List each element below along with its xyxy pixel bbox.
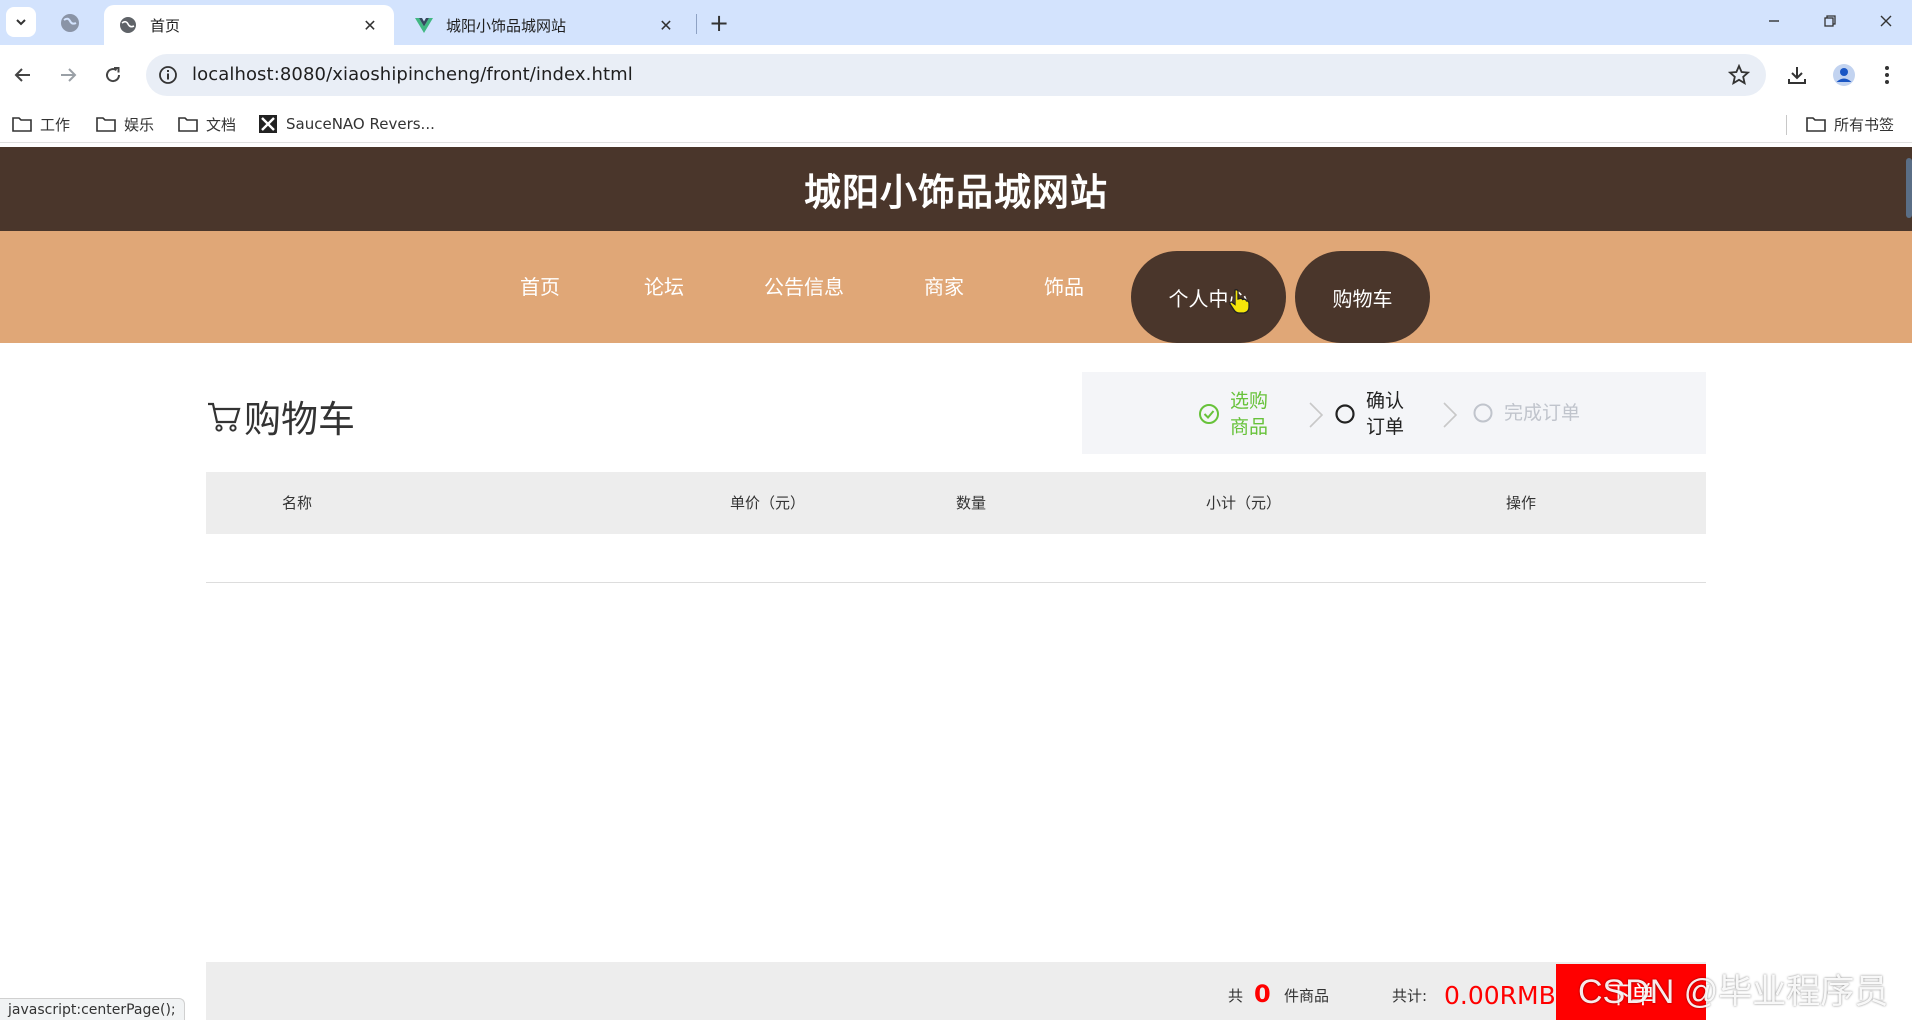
watermark: CSDN @毕业程序员: [1578, 973, 1889, 1011]
minimize-icon: [1769, 20, 1779, 22]
bookmarks-bar: 工作 娱乐 文档 SauceNAO Revers... 所有书签: [0, 105, 1912, 143]
browser-toolbar: localhost:8080/xiaoshipincheng/front/ind…: [0, 45, 1912, 105]
bookmark-folder-docs[interactable]: 文档: [178, 113, 236, 135]
tab-site[interactable]: 城阳小饰品城网站 ✕: [400, 5, 690, 45]
nav-cart[interactable]: 购物车: [1295, 251, 1430, 343]
column-name: 名称: [282, 494, 313, 512]
site-header: 城阳小饰品城网站: [0, 147, 1912, 231]
total-label: 共计:: [1392, 987, 1428, 1005]
column-subtotal: 小计（元）: [1206, 494, 1282, 512]
browser-tab-strip: 首页 ✕ 城阳小饰品城网站 ✕ +: [0, 0, 1912, 45]
circle-icon: [1473, 403, 1493, 423]
chevron-right-icon: [1309, 402, 1324, 428]
nav-personal-center[interactable]: 个人中心: [1131, 251, 1286, 343]
info-icon[interactable]: [158, 65, 178, 85]
hand-cursor-icon: [1229, 289, 1250, 314]
site-nav: 首页 论坛 公告信息 商家 饰品 个人中心 购物车: [0, 231, 1912, 343]
folder-icon: [178, 117, 198, 132]
step-label: 确认订单: [1366, 390, 1405, 438]
new-tab-button[interactable]: +: [704, 8, 734, 38]
close-window-button[interactable]: [1866, 6, 1906, 36]
step-complete-order: 完成订单: [1472, 400, 1580, 426]
bookmark-label: 所有书签: [1834, 115, 1895, 134]
chevron-right-icon: [1443, 402, 1458, 428]
tab-search-button[interactable]: [6, 7, 36, 37]
close-icon: [1880, 15, 1892, 27]
close-icon[interactable]: ✕: [656, 15, 676, 35]
column-actions: 操作: [1506, 494, 1537, 512]
pinned-tab-globe-icon[interactable]: [58, 11, 82, 35]
back-button[interactable]: [8, 60, 38, 90]
page-scrollbar-thumb[interactable]: [1906, 158, 1912, 218]
folder-icon: [1806, 117, 1826, 132]
bookmark-label: 文档: [206, 115, 237, 134]
menu-button[interactable]: [1872, 60, 1902, 90]
bookmark-label: 工作: [40, 115, 71, 134]
bookmark-saucenao[interactable]: SauceNAO Revers...: [258, 113, 435, 135]
step-label: 选购商品: [1230, 390, 1269, 438]
table-bottom-divider: [206, 582, 1706, 583]
browser-status-bar: javascript:centerPage();: [0, 998, 185, 1020]
step-select-goods: 选购商品: [1198, 388, 1274, 440]
download-icon: [1788, 67, 1806, 84]
nav-home[interactable]: 首页: [510, 231, 570, 343]
bookmark-star-icon[interactable]: [1728, 64, 1750, 86]
tab-title: 首页: [150, 16, 181, 35]
address-bar[interactable]: localhost:8080/xiaoshipincheng/front/ind…: [146, 54, 1766, 96]
cart-heading: 购物车: [206, 388, 355, 444]
forward-button[interactable]: [53, 60, 83, 90]
step-label: 完成订单: [1504, 402, 1581, 424]
check-circle-icon: [1199, 404, 1219, 424]
arrow-right-icon: [61, 68, 77, 82]
profile-button[interactable]: [1829, 60, 1859, 90]
kebab-menu-icon: [1885, 66, 1889, 84]
column-unit-price: 单价（元）: [730, 494, 806, 512]
column-quantity: 数量: [956, 494, 987, 512]
bookmarks-separator: [1786, 115, 1787, 135]
url-text: localhost:8080/xiaoshipincheng/front/ind…: [192, 64, 633, 85]
cart-summary-bar: 共 0 件商品 共计: 0.00RMB 下单: [206, 962, 1706, 1020]
circle-icon: [1335, 404, 1355, 424]
tab-title: 城阳小饰品城网站: [446, 16, 567, 35]
count-suffix: 件商品: [1284, 987, 1330, 1005]
nav-accessories[interactable]: 饰品: [1034, 231, 1094, 343]
step-confirm-order: 确认订单: [1334, 388, 1410, 440]
nav-notices[interactable]: 公告信息: [756, 231, 852, 343]
tab-home[interactable]: 首页 ✕: [104, 5, 394, 45]
nav-forum[interactable]: 论坛: [634, 231, 694, 343]
downloads-button[interactable]: [1782, 60, 1812, 90]
folder-icon: [12, 117, 32, 132]
bookmark-folder-entertainment[interactable]: 娱乐: [96, 113, 154, 135]
cart-table-header: 名称 单价（元） 数量 小计（元） 操作: [206, 472, 1706, 534]
nav-merchants[interactable]: 商家: [914, 231, 974, 343]
total-amount: 0.00RMB: [1444, 981, 1556, 1010]
globe-icon: [120, 17, 136, 33]
close-icon[interactable]: ✕: [360, 15, 380, 35]
saucenao-favicon-icon: [259, 115, 277, 133]
chevron-down-icon: [16, 19, 26, 26]
tab-separator: [696, 14, 697, 34]
item-count: 0: [1254, 980, 1271, 1008]
site-title: 城阳小饰品城网站: [804, 171, 1108, 214]
reload-button[interactable]: [98, 60, 128, 90]
plus-icon: +: [708, 9, 730, 37]
folder-icon: [96, 117, 116, 132]
cart-icon: [208, 402, 241, 432]
all-bookmarks-folder[interactable]: 所有书签: [1806, 113, 1894, 135]
restore-button[interactable]: [1810, 6, 1850, 36]
bookmark-label: 娱乐: [124, 115, 155, 134]
avatar-icon: [1833, 64, 1855, 86]
count-prefix: 共: [1228, 987, 1244, 1005]
bookmark-label: SauceNAO Revers...: [286, 115, 435, 133]
bookmark-folder-work[interactable]: 工作: [12, 113, 70, 135]
arrow-left-icon: [14, 68, 30, 82]
minimize-button[interactable]: [1754, 6, 1794, 36]
restore-icon: [1824, 15, 1836, 27]
cart-title-text: 购物车: [244, 398, 355, 441]
reload-icon: [106, 67, 121, 83]
vue-logo-icon: [415, 18, 433, 33]
